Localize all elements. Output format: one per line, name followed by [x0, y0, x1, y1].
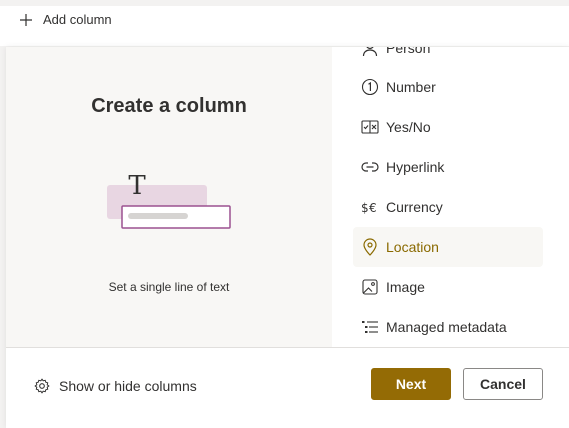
column-type-currency[interactable]: $ € Currency	[353, 187, 543, 227]
column-preview: Create a column T Set a single line of t…	[6, 47, 332, 347]
add-column-button[interactable]: Add column	[19, 12, 112, 27]
column-type-description: Set a single line of text	[108, 280, 230, 294]
column-type-location[interactable]: Location	[353, 227, 543, 267]
column-type-label: Location	[386, 239, 439, 255]
column-type-label: Hyperlink	[386, 159, 445, 175]
show-hide-columns-button[interactable]: Show or hide columns	[34, 378, 197, 394]
location-icon	[361, 238, 379, 256]
text-column-illustration: T	[107, 171, 231, 229]
column-type-hyperlink[interactable]: Hyperlink	[353, 147, 543, 187]
panel-title: Create a column	[91, 95, 247, 117]
column-type-label: Managed metadata	[386, 319, 507, 335]
link-icon	[361, 158, 379, 176]
footer-divider	[6, 347, 569, 348]
column-type-label: Image	[386, 279, 425, 295]
managed-metadata-icon	[361, 318, 379, 336]
svg-text:T: T	[128, 171, 146, 201]
column-type-yes-no[interactable]: Yes/No	[353, 107, 543, 147]
column-type-label: Currency	[386, 199, 443, 215]
svg-text:$: $	[361, 201, 369, 215]
number-icon	[361, 78, 379, 96]
currency-icon: $ €	[361, 198, 379, 216]
column-type-person[interactable]: Person	[353, 47, 543, 68]
column-type-label: Yes/No	[386, 119, 431, 135]
show-hide-columns-label: Show or hide columns	[59, 378, 197, 394]
next-button[interactable]: Next	[371, 368, 451, 400]
column-type-label: Number	[386, 79, 436, 95]
gear-icon	[34, 378, 50, 394]
yes-no-icon	[361, 118, 379, 136]
svg-text:€: €	[369, 201, 377, 215]
command-bar: Add column	[0, 0, 569, 47]
column-type-managed-metadata[interactable]: Managed metadata	[353, 307, 543, 347]
add-column-label: Add column	[43, 12, 112, 27]
column-type-list[interactable]: Person Number Yes/No Hyperlink $ € Curre…	[333, 47, 569, 347]
plus-icon	[20, 13, 32, 26]
column-type-label: Person	[386, 47, 431, 56]
person-icon	[361, 47, 379, 57]
column-type-image[interactable]: Image	[353, 267, 543, 307]
cancel-button[interactable]: Cancel	[463, 368, 543, 400]
create-column-panel: Create a column T Set a single line of t…	[6, 47, 569, 428]
image-icon	[361, 278, 379, 296]
column-type-number[interactable]: Number	[353, 67, 543, 107]
